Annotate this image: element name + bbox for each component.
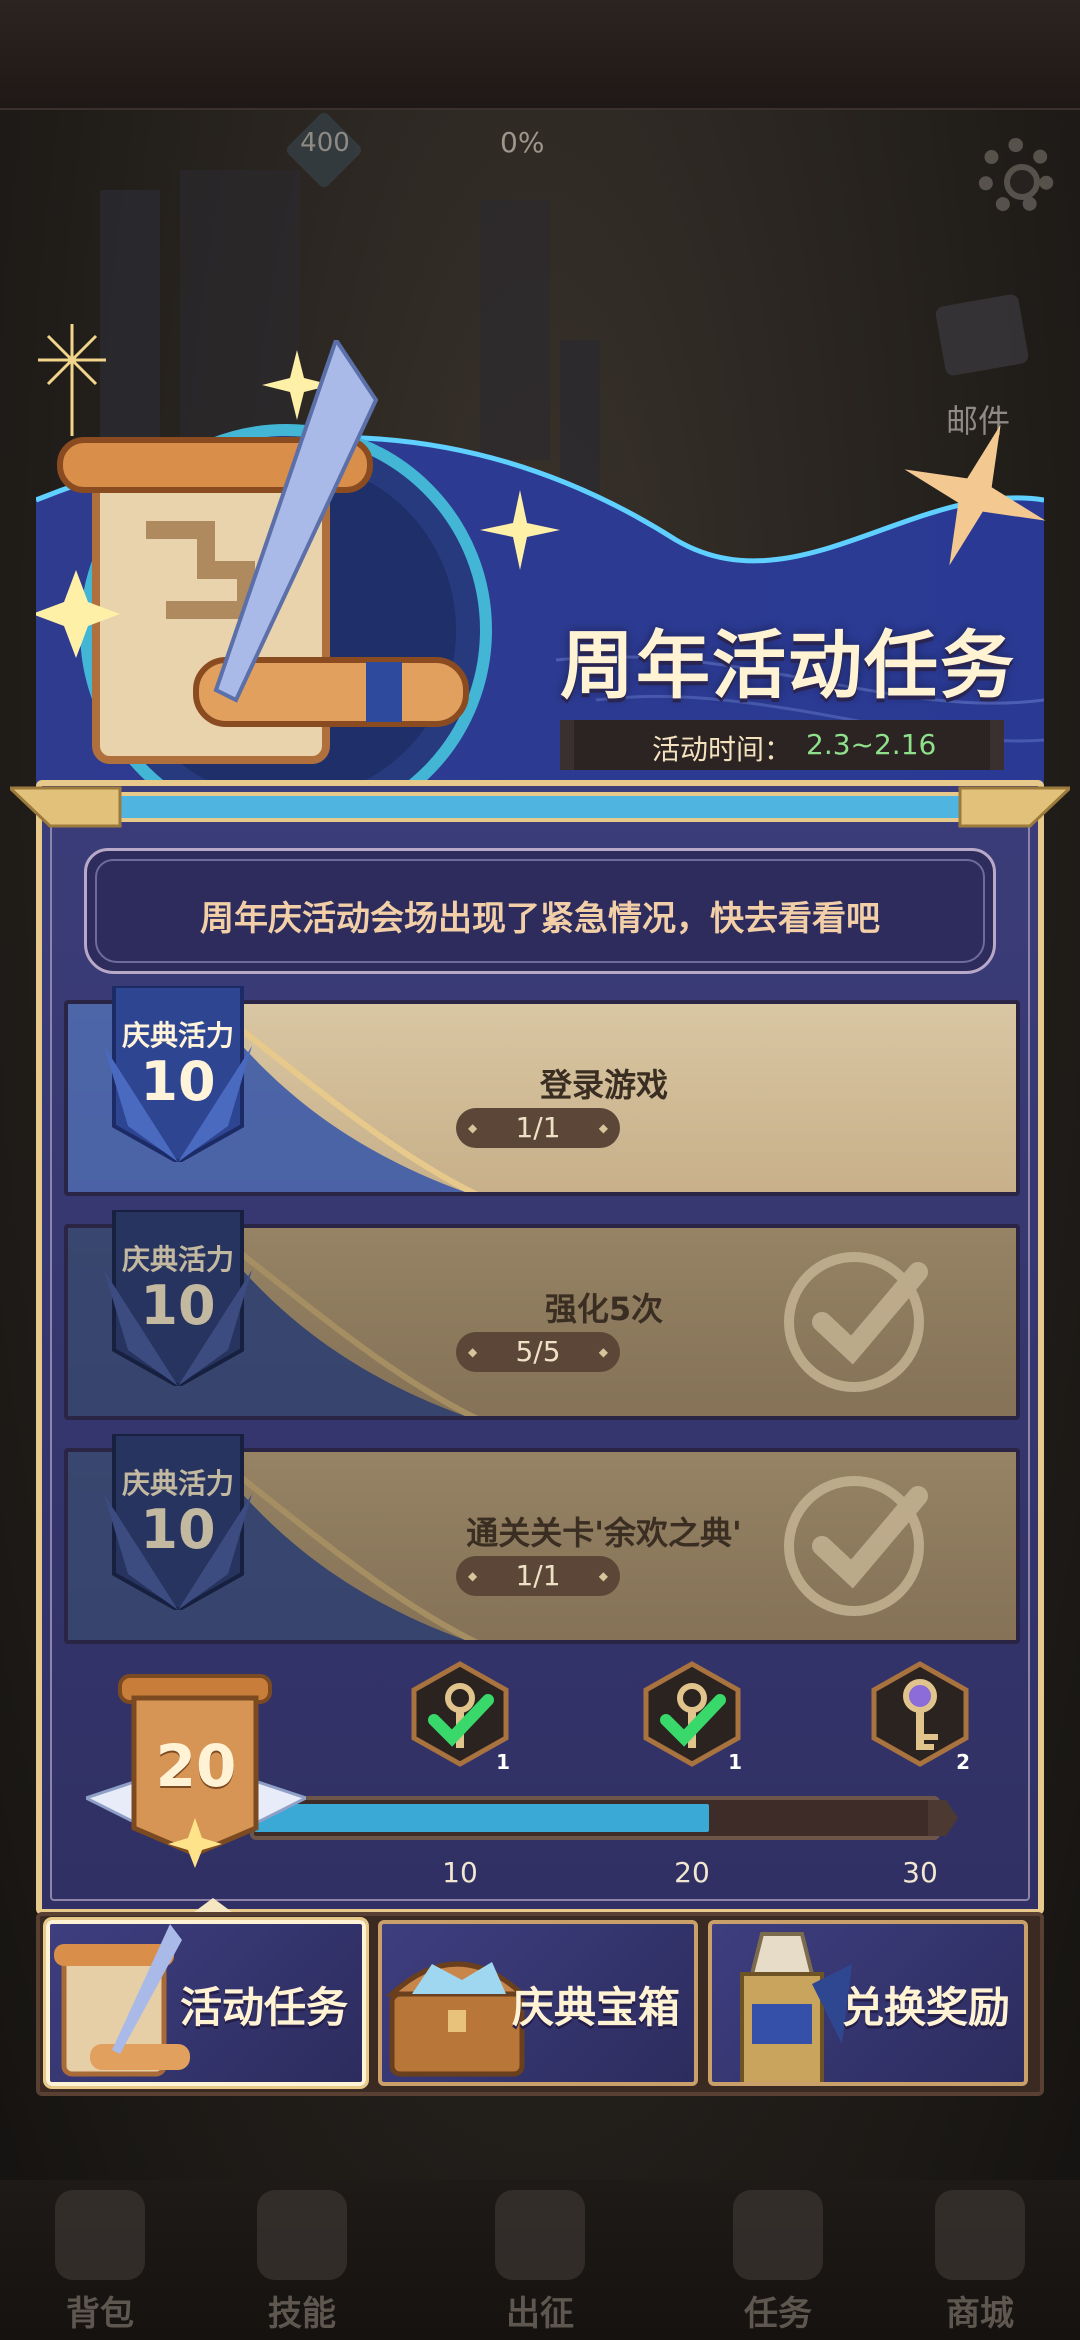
nav-label: 背包 [66,2294,134,2334]
gear-icon[interactable] [978,138,1054,214]
badge-label: 庆典活力 [121,1019,234,1052]
scroll-rod [10,786,1070,828]
milestone-reward[interactable]: 1 [638,1660,746,1774]
milestone-threshold: 10 [442,1856,478,1889]
notice-text: 周年庆活动会场出现了紧急情况，快去看看吧 [200,899,880,939]
knight-icon [740,1932,852,2082]
event-time-value: 2.3~2.16 [806,728,937,761]
nav-expedition[interactable]: 出征 [470,2190,610,2340]
nav-skills[interactable]: 技能 [232,2190,372,2340]
tab-label: 活动任务 [179,1983,348,2032]
completed-check-icon [784,1476,928,1616]
skill-book-icon [257,2190,347,2280]
task-card[interactable]: 庆典活力 10 强化5次 5/5 [64,1210,1020,1420]
badge-label: 庆典活力 [121,1243,234,1276]
nav-label: 商城 [946,2294,1014,2334]
event-time-bar: 活动时间： 2.3~2.16 [560,720,1004,770]
progress-percent: 0% [500,126,545,159]
mail-icon[interactable] [934,293,1030,377]
task-card[interactable]: 庆典活力 10 登录游戏 1/1 [64,986,1020,1196]
shop-crown-icon [935,2190,1025,2280]
event-title: 周年活动任务 [560,623,1016,709]
treasure-chest-icon [385,1961,529,2077]
badge-points: 10 [140,1050,216,1113]
reward-count: 1 [496,1750,510,1774]
milestone-progress-track [250,1796,940,1840]
badge-label: 庆典活力 [121,1467,234,1500]
nav-label: 任务 [744,2294,812,2334]
badge-points: 10 [140,1274,216,1337]
task-progress: 1/1 [456,1108,620,1148]
tab-label: 兑换奖励 [841,1983,1010,2032]
task-card[interactable]: 庆典活力 10 通关关卡'余欢之典' 1/1 [64,1434,1020,1644]
vitality-total: 20 [155,1732,237,1800]
milestone-threshold: 20 [674,1856,710,1889]
task-progress: 5/5 [456,1332,620,1372]
top-status-bar [0,0,1080,110]
nav-label: 技能 [268,2294,336,2334]
nav-shop[interactable]: 商城 [910,2190,1050,2340]
scroll-icon [54,1924,190,2077]
nav-quests[interactable]: 任务 [708,2190,848,2340]
quest-scroll-icon [733,2190,823,2280]
milestone-progress-fill [254,1804,709,1832]
tab-celebration-chest[interactable]: 庆典宝箱 [378,1920,698,2086]
milestone-reward[interactable]: 1 [406,1660,514,1774]
completed-check-icon [784,1252,928,1392]
gem-value: 400 [300,128,350,158]
milestone-threshold: 30 [902,1856,938,1889]
scroll-quill-illustration [36,340,492,820]
nav-label: 出征 [506,2294,574,2334]
event-time-label: 活动时间： [652,733,793,766]
tab-exchange-rewards[interactable]: 兑换奖励 [708,1920,1028,2086]
badge-points: 10 [140,1498,216,1561]
tab-label: 庆典宝箱 [511,1983,680,2032]
reward-count: 1 [728,1750,742,1774]
nav-bag[interactable]: 背包 [30,2190,170,2340]
task-progress: 1/1 [456,1556,620,1596]
sparkle-icon [904,424,1046,566]
sword-icon [495,2190,585,2280]
event-notice[interactable]: 周年庆活动会场出现了紧急情况，快去看看吧 [84,848,996,974]
task-name: 登录游戏 [539,1066,668,1104]
bag-icon [55,2190,145,2280]
reward-count: 2 [956,1750,970,1774]
tab-activity-tasks[interactable]: 活动任务 [46,1920,366,2086]
milestone-reward[interactable]: 2 [866,1660,974,1774]
